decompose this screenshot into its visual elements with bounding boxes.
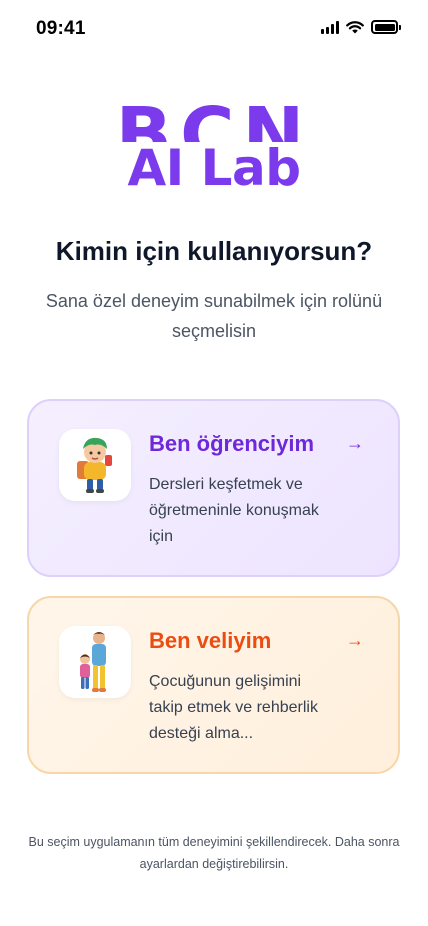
status-time: 09:41 bbox=[36, 18, 86, 39]
role-card-student[interactable]: Ben öğrenciyim Dersleri keşfetmek ve öğr… bbox=[27, 399, 400, 577]
page-title: Kimin için kullanıyorsun? bbox=[55, 236, 373, 266]
role-description-parent: Çocuğunun gelişimini takip etmek ve rehb… bbox=[149, 673, 318, 742]
status-bar: 09:41 bbox=[0, 0, 428, 54]
student-avatar-icon bbox=[59, 429, 131, 501]
arrow-right-icon: → bbox=[346, 433, 364, 453]
logo-top-text: BCN bbox=[0, 100, 428, 142]
wifi-icon bbox=[346, 21, 364, 34]
role-title-student: Ben öğrenciyim bbox=[149, 431, 315, 456]
app-logo: BCN AI Lab bbox=[0, 100, 428, 200]
logo-bottom-text: AI Lab bbox=[127, 139, 301, 197]
page-subtitle: Sana özel deneyim sunabilmek için rolünü… bbox=[45, 291, 383, 341]
battery-icon bbox=[371, 20, 401, 34]
cellular-signal-icon bbox=[321, 20, 339, 34]
arrow-right-icon: → bbox=[346, 630, 364, 650]
parent-child-avatar-icon bbox=[59, 626, 131, 698]
role-card-parent[interactable]: Ben veliyim Çocuğunun gelişimini takip e… bbox=[27, 596, 400, 774]
role-description-student: Dersleri keşfetmek ve öğretmeninle konuş… bbox=[149, 476, 319, 545]
footer-note: Bu seçim uygulamanın tüm deneyimini şeki… bbox=[28, 835, 400, 871]
status-icons bbox=[321, 20, 401, 34]
role-title-parent: Ben veliyim bbox=[149, 628, 272, 653]
